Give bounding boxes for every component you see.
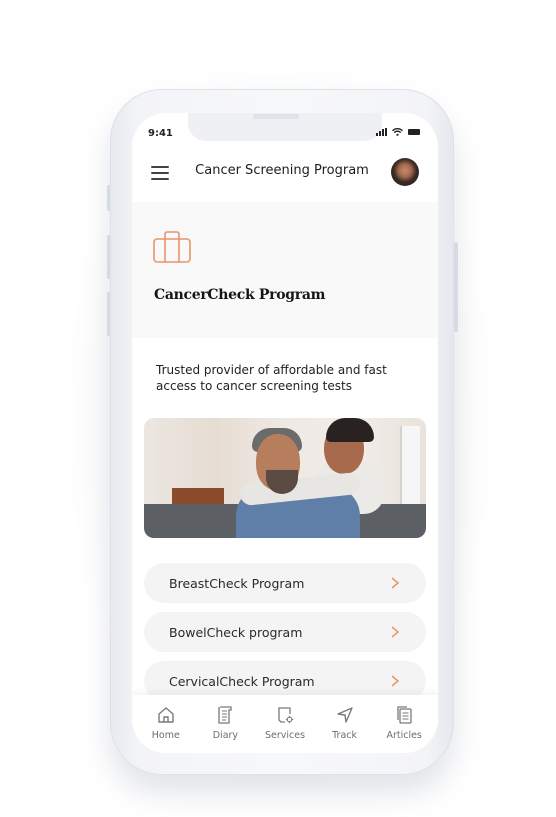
status-icons [376,128,420,136]
speaker-grille [253,114,299,119]
program-item-bowelcheck[interactable]: BowelCheck program [144,612,426,652]
signal-icon [376,128,387,136]
program-hero: CancerCheck Program [132,202,438,338]
chevron-right-icon [391,675,400,687]
diary-icon [218,706,233,724]
tab-articles[interactable]: Articles [375,695,433,753]
program-item-label: BreastCheck Program [169,575,305,591]
tab-diary[interactable]: Diary [196,695,254,753]
bottom-tab-bar: Home Diary Services Track Articles [132,695,438,753]
navigation-arrow-icon [336,707,353,723]
power-button [454,242,458,332]
wifi-icon [392,128,403,136]
tab-home[interactable]: Home [137,695,195,753]
program-item-breastcheck[interactable]: BreastCheck Program [144,563,426,603]
tab-label: Articles [386,730,422,741]
status-time: 9:41 [148,128,173,139]
program-title: CancerCheck Program [154,287,326,303]
tab-label: Diary [212,730,239,741]
tab-label: Home [151,730,180,741]
program-description: Trusted provider of affordable and fast … [156,363,387,393]
app-header: Cancer Screening Program [132,153,438,201]
user-avatar[interactable] [391,158,419,186]
services-icon [278,707,294,724]
articles-icon [397,706,412,724]
page-title: Cancer Screening Program [195,163,369,178]
program-item-label: CervicalCheck Program [169,673,315,689]
battery-icon [408,129,420,135]
chevron-right-icon [391,577,400,589]
home-icon [158,707,174,723]
program-list: BreastCheck Program BowelCheck program C… [144,563,426,710]
tab-track[interactable]: Track [316,695,374,753]
briefcase-icon [153,231,191,263]
tab-label: Track [332,730,357,741]
couple-photo [144,418,426,538]
tab-services[interactable]: Services [256,695,314,753]
chevron-right-icon [391,626,400,638]
tab-label: Services [264,730,306,741]
phone-screen: 9:41 Cancer Screening Program CancerChec… [132,113,438,753]
program-item-label: BowelCheck program [169,624,303,640]
